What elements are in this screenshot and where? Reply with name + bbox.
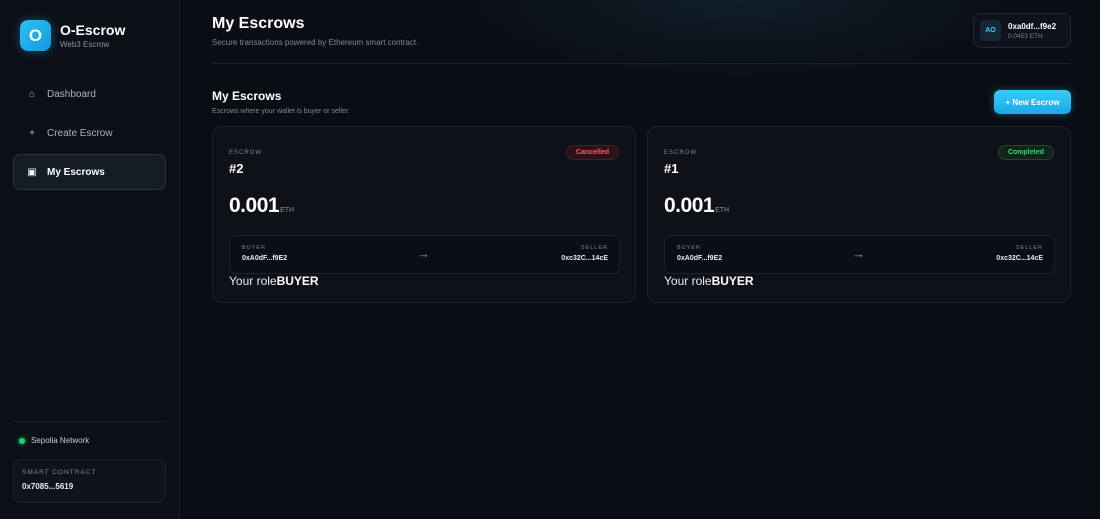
section-title: My Escrows xyxy=(212,89,282,103)
buyer-address: 0xA0dF...f9E2 xyxy=(677,255,723,262)
app-root: O O-Escrow Web3 Escrow ⌂ Dashboard + Cre… xyxy=(0,0,1100,519)
seller-address: 0xc32C...14cE xyxy=(996,255,1043,262)
main-content: My Escrows Secure transactions powered b… xyxy=(180,0,1100,519)
role-value: BUYER xyxy=(276,274,319,288)
sidebar-item-label: Create Escrow xyxy=(47,127,113,139)
sidebar-divider xyxy=(13,421,166,422)
escrow-amount: 0.001 ETH xyxy=(664,194,729,218)
escrow-label: ESCROW xyxy=(229,150,262,156)
escrow-card[interactable]: ESCROW #1 Completed 0.001 ETH BUYER 0xA0… xyxy=(647,126,1071,303)
buyer-address: 0xA0dF...f9E2 xyxy=(242,255,288,262)
escrow-amount: 0.001 ETH xyxy=(229,194,294,218)
amount-unit: ETH xyxy=(715,207,730,214)
sidebar-item-my-escrows[interactable]: ▣ My Escrows xyxy=(13,154,166,190)
seller-info: SELLER 0xc32C...14cE xyxy=(561,245,608,262)
your-role: Your roleBUYER xyxy=(229,274,319,288)
amount-value: 0.001 xyxy=(664,194,715,217)
wallet-info: 0xa0df...f9e2 0.0453 ETH xyxy=(1008,22,1056,40)
avatar: AO xyxy=(980,20,1001,41)
escrow-id: #2 xyxy=(229,161,244,176)
wallet-badge[interactable]: AO 0xa0df...f9e2 0.0453 ETH xyxy=(973,13,1071,48)
status-badge: Cancelled xyxy=(565,145,619,160)
role-label: Your role xyxy=(664,274,712,288)
network-label: Sepolia Network xyxy=(31,436,90,445)
buyer-label: BUYER xyxy=(677,245,701,251)
sidebar-item-create-escrow[interactable]: + Create Escrow xyxy=(13,115,166,151)
buyer-info: BUYER 0xA0dF...f9E2 xyxy=(242,245,287,262)
brand-logo-icon: O xyxy=(20,20,51,51)
list-icon: ▣ xyxy=(27,166,37,178)
buyer-label: BUYER xyxy=(242,245,266,251)
brand-name: O-Escrow xyxy=(60,22,126,38)
sidebar-nav: ⌂ Dashboard + Create Escrow ▣ My Escrows xyxy=(13,76,166,193)
amount-unit: ETH xyxy=(280,207,295,214)
smart-contract-box[interactable]: SMART CONTRACT 0x7085...5619 xyxy=(13,459,166,503)
wallet-balance: 0.0453 ETH xyxy=(1008,32,1043,40)
plus-icon: + xyxy=(29,127,35,139)
status-badge: Completed xyxy=(997,145,1054,160)
role-label: Your role xyxy=(229,274,277,288)
escrow-id: #1 xyxy=(664,161,679,176)
page-subtitle: Secure transactions powered by Ethereum … xyxy=(212,38,419,47)
section-subtitle: Escrows where your wallet is buyer or se… xyxy=(212,108,350,115)
brand-subtitle: Web3 Escrow xyxy=(60,40,110,49)
network-indicator: Sepolia Network xyxy=(19,436,89,445)
brand-text: O-Escrow Web3 Escrow xyxy=(60,22,125,49)
escrow-label: ESCROW xyxy=(664,150,697,156)
sidebar: O O-Escrow Web3 Escrow ⌂ Dashboard + Cre… xyxy=(0,0,180,519)
seller-address: 0xc32C...14cE xyxy=(561,255,608,262)
brand[interactable]: O O-Escrow Web3 Escrow xyxy=(20,20,125,51)
escrow-cards: ESCROW #2 Cancelled 0.001 ETH BUYER 0xA0… xyxy=(212,126,1071,303)
escrow-parties: BUYER 0xA0dF...f9E2 → SELLER 0xc32C...14… xyxy=(229,235,620,274)
home-icon: ⌂ xyxy=(28,88,36,100)
contract-address: 0x7085...5619 xyxy=(22,482,74,491)
network-status-dot-icon xyxy=(19,437,25,444)
amount-value: 0.001 xyxy=(229,194,280,217)
sidebar-item-label: My Escrows xyxy=(47,166,105,178)
seller-label: SELLER xyxy=(580,245,608,251)
header-divider xyxy=(212,63,1071,64)
arrow-right-icon: → xyxy=(417,246,430,261)
seller-info: SELLER 0xc32C...14cE xyxy=(996,245,1043,262)
escrow-parties: BUYER 0xA0dF...f9E2 → SELLER 0xc32C...14… xyxy=(664,235,1055,274)
new-escrow-button[interactable]: + New Escrow xyxy=(994,90,1071,114)
escrow-card[interactable]: ESCROW #2 Cancelled 0.001 ETH BUYER 0xA0… xyxy=(212,126,636,303)
contract-label: SMART CONTRACT xyxy=(22,469,97,476)
page-title: My Escrows xyxy=(212,15,305,32)
sidebar-item-label: Dashboard xyxy=(47,88,96,100)
role-value: BUYER xyxy=(711,274,754,288)
wallet-address: 0xa0df...f9e2 xyxy=(1008,21,1057,31)
sidebar-item-dashboard[interactable]: ⌂ Dashboard xyxy=(13,76,166,112)
buyer-info: BUYER 0xA0dF...f9E2 xyxy=(677,245,722,262)
seller-label: SELLER xyxy=(1015,245,1043,251)
your-role: Your roleBUYER xyxy=(664,274,754,288)
arrow-right-icon: → xyxy=(852,246,865,261)
